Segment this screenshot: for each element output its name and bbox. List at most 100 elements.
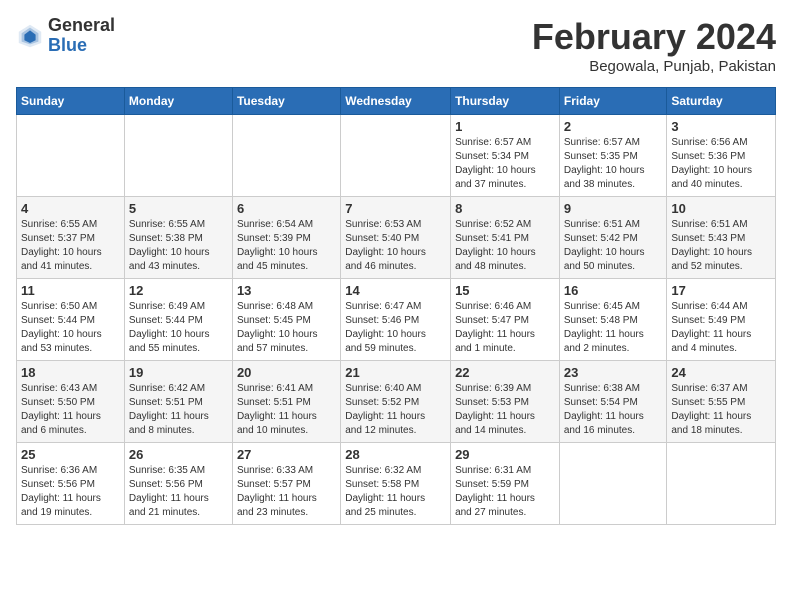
cell-w1-d4: 8Sunrise: 6:52 AM Sunset: 5:41 PM Daylig…	[451, 197, 560, 279]
header-saturday: Saturday	[667, 88, 776, 115]
week-row-4: 25Sunrise: 6:36 AM Sunset: 5:56 PM Dayli…	[17, 443, 776, 525]
day-info: Sunrise: 6:33 AM Sunset: 5:57 PM Dayligh…	[237, 464, 336, 520]
calendar-table: Sunday Monday Tuesday Wednesday Thursday…	[16, 87, 776, 525]
day-info: Sunrise: 6:57 AM Sunset: 5:34 PM Dayligh…	[455, 136, 555, 192]
day-number: 28	[345, 447, 446, 462]
day-number: 11	[21, 283, 120, 298]
day-number: 23	[564, 365, 663, 380]
day-number: 7	[345, 201, 446, 216]
day-info: Sunrise: 6:44 AM Sunset: 5:49 PM Dayligh…	[671, 300, 771, 356]
cell-w1-d1: 5 Sunrise: 6:55 AM Sunset: 5:38 PM Daylig…	[124, 197, 232, 279]
day-number: 29	[455, 447, 555, 462]
day-number: 13	[237, 283, 336, 298]
week-row-3: 18 Sunrise: 6:43 AM Sunset: 5:50 PM Dayli…	[17, 361, 776, 443]
day-info: Sunrise: 6:53 AM Sunset: 5:40 PM Dayligh…	[345, 218, 446, 274]
cell-w0-d4: 1Sunrise: 6:57 AM Sunset: 5:34 PM Daylig…	[451, 115, 560, 197]
cell-w2-d1: 12 Sunrise: 6:49 AM Sunset: 5:44 PM Dayli…	[124, 279, 232, 361]
header-row: Sunday Monday Tuesday Wednesday Thursday…	[17, 88, 776, 115]
day-number: 4	[21, 201, 120, 216]
day-info: Sunrise: 6:40 AM Sunset: 5:52 PM Dayligh…	[345, 382, 446, 438]
cell-w4-d0: 25Sunrise: 6:36 AM Sunset: 5:56 PM Dayli…	[17, 443, 125, 525]
day-number: 12	[129, 283, 228, 298]
day-number: 20	[237, 365, 336, 380]
cell-w2-d4: 15Sunrise: 6:46 AM Sunset: 5:47 PM Dayli…	[451, 279, 560, 361]
header-thursday: Thursday	[451, 88, 560, 115]
week-row-0: 1Sunrise: 6:57 AM Sunset: 5:34 PM Daylig…	[17, 115, 776, 197]
week-row-1: 4 Sunrise: 6:55 AM Sunset: 5:37 PM Daylig…	[17, 197, 776, 279]
cell-w3-d1: 19 Sunrise: 6:42 AM Sunset: 5:51 PM Dayli…	[124, 361, 232, 443]
day-number: 5	[129, 201, 228, 216]
logo-text: General Blue	[48, 16, 115, 56]
cell-w3-d3: 21Sunrise: 6:40 AM Sunset: 5:52 PM Dayli…	[341, 361, 451, 443]
cell-w1-d3: 7 Sunrise: 6:53 AM Sunset: 5:40 PM Daylig…	[341, 197, 451, 279]
day-number: 22	[455, 365, 555, 380]
logo-general-text: General	[48, 16, 115, 36]
day-info: Sunrise: 6:54 AM Sunset: 5:39 PM Dayligh…	[237, 218, 336, 274]
cell-w2-d3: 14Sunrise: 6:47 AM Sunset: 5:46 PM Dayli…	[341, 279, 451, 361]
day-info: Sunrise: 6:42 AM Sunset: 5:51 PM Dayligh…	[129, 382, 228, 438]
cell-w0-d6: 3Sunrise: 6:56 AM Sunset: 5:36 PM Daylig…	[667, 115, 776, 197]
day-info: Sunrise: 6:50 AM Sunset: 5:44 PM Dayligh…	[21, 300, 120, 356]
week-row-2: 11 Sunrise: 6:50 AM Sunset: 5:44 PM Dayli…	[17, 279, 776, 361]
day-number: 9	[564, 201, 663, 216]
day-number: 19	[129, 365, 228, 380]
day-info: Sunrise: 6:43 AM Sunset: 5:50 PM Dayligh…	[21, 382, 120, 438]
day-info: Sunrise: 6:45 AM Sunset: 5:48 PM Dayligh…	[564, 300, 663, 356]
title-block: February 2024 Begowala, Punjab, Pakistan	[532, 16, 776, 75]
day-info: Sunrise: 6:39 AM Sunset: 5:53 PM Dayligh…	[455, 382, 555, 438]
day-number: 10	[671, 201, 771, 216]
cell-w3-d4: 22 Sunrise: 6:39 AM Sunset: 5:53 PM Dayli…	[451, 361, 560, 443]
day-number: 27	[237, 447, 336, 462]
day-info: Sunrise: 6:55 AM Sunset: 5:38 PM Dayligh…	[129, 218, 228, 274]
header-monday: Monday	[124, 88, 232, 115]
calendar-body: 1Sunrise: 6:57 AM Sunset: 5:34 PM Daylig…	[17, 115, 776, 525]
header-tuesday: Tuesday	[232, 88, 340, 115]
cell-w2-d6: 17 Sunrise: 6:44 AM Sunset: 5:49 PM Dayli…	[667, 279, 776, 361]
day-info: Sunrise: 6:41 AM Sunset: 5:51 PM Dayligh…	[237, 382, 336, 438]
cell-w0-d1	[124, 115, 232, 197]
calendar-header: Sunday Monday Tuesday Wednesday Thursday…	[17, 88, 776, 115]
day-number: 14	[345, 283, 446, 298]
day-info: Sunrise: 6:37 AM Sunset: 5:55 PM Dayligh…	[671, 382, 771, 438]
cell-w0-d5: 2 Sunrise: 6:57 AM Sunset: 5:35 PM Daylig…	[559, 115, 667, 197]
cell-w4-d2: 27 Sunrise: 6:33 AM Sunset: 5:57 PM Dayli…	[232, 443, 340, 525]
logo-blue-text: Blue	[48, 36, 115, 56]
day-number: 26	[129, 447, 228, 462]
month-title: February 2024	[532, 16, 776, 58]
cell-w4-d4: 29 Sunrise: 6:31 AM Sunset: 5:59 PM Dayli…	[451, 443, 560, 525]
logo: General Blue	[16, 16, 115, 56]
day-info: Sunrise: 6:31 AM Sunset: 5:59 PM Dayligh…	[455, 464, 555, 520]
day-number: 15	[455, 283, 555, 298]
day-number: 16	[564, 283, 663, 298]
cell-w3-d0: 18 Sunrise: 6:43 AM Sunset: 5:50 PM Dayli…	[17, 361, 125, 443]
cell-w4-d5	[559, 443, 667, 525]
day-info: Sunrise: 6:51 AM Sunset: 5:42 PM Dayligh…	[564, 218, 663, 274]
day-info: Sunrise: 6:57 AM Sunset: 5:35 PM Dayligh…	[564, 136, 663, 192]
cell-w1-d2: 6 Sunrise: 6:54 AM Sunset: 5:39 PM Daylig…	[232, 197, 340, 279]
cell-w4-d6	[667, 443, 776, 525]
header-friday: Friday	[559, 88, 667, 115]
cell-w2-d0: 11 Sunrise: 6:50 AM Sunset: 5:44 PM Dayli…	[17, 279, 125, 361]
cell-w1-d5: 9 Sunrise: 6:51 AM Sunset: 5:42 PM Daylig…	[559, 197, 667, 279]
day-number: 18	[21, 365, 120, 380]
cell-w1-d6: 10Sunrise: 6:51 AM Sunset: 5:43 PM Dayli…	[667, 197, 776, 279]
day-info: Sunrise: 6:52 AM Sunset: 5:41 PM Dayligh…	[455, 218, 555, 274]
day-number: 17	[671, 283, 771, 298]
cell-w0-d3	[341, 115, 451, 197]
day-info: Sunrise: 6:36 AM Sunset: 5:56 PM Dayligh…	[21, 464, 120, 520]
day-info: Sunrise: 6:35 AM Sunset: 5:56 PM Dayligh…	[129, 464, 228, 520]
day-info: Sunrise: 6:55 AM Sunset: 5:37 PM Dayligh…	[21, 218, 120, 274]
cell-w0-d2	[232, 115, 340, 197]
cell-w3-d5: 23 Sunrise: 6:38 AM Sunset: 5:54 PM Dayli…	[559, 361, 667, 443]
page-header: General Blue February 2024 Begowala, Pun…	[16, 16, 776, 75]
day-number: 6	[237, 201, 336, 216]
location: Begowala, Punjab, Pakistan	[532, 58, 776, 75]
day-info: Sunrise: 6:48 AM Sunset: 5:45 PM Dayligh…	[237, 300, 336, 356]
cell-w3-d6: 24Sunrise: 6:37 AM Sunset: 5:55 PM Dayli…	[667, 361, 776, 443]
day-info: Sunrise: 6:49 AM Sunset: 5:44 PM Dayligh…	[129, 300, 228, 356]
day-number: 2	[564, 119, 663, 134]
day-number: 3	[671, 119, 771, 134]
day-info: Sunrise: 6:38 AM Sunset: 5:54 PM Dayligh…	[564, 382, 663, 438]
day-info: Sunrise: 6:32 AM Sunset: 5:58 PM Dayligh…	[345, 464, 446, 520]
header-wednesday: Wednesday	[341, 88, 451, 115]
